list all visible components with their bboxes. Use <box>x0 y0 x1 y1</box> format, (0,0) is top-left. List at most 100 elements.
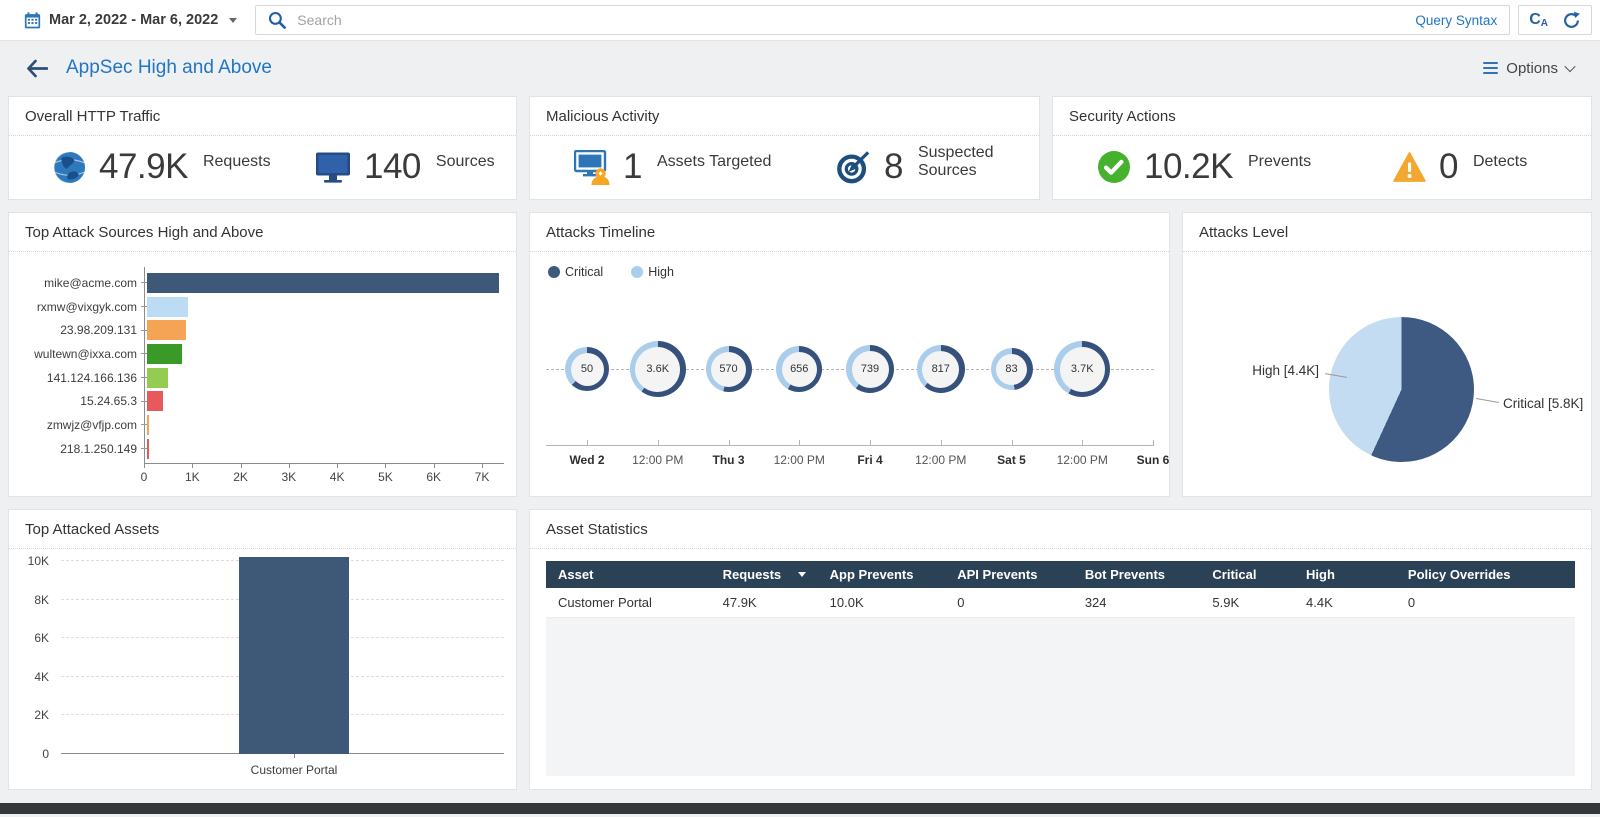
timeline-donut[interactable]: 656 <box>776 346 822 392</box>
axis-tick-label: 12:00 PM <box>774 453 825 467</box>
refresh-icon[interactable] <box>1562 11 1581 30</box>
timeline-value: 570 <box>719 363 737 375</box>
bar[interactable] <box>147 439 149 459</box>
axis-tick-label: 5K <box>378 470 393 484</box>
table-cell: 324 <box>1073 588 1201 617</box>
options-button[interactable]: Options <box>1483 60 1574 77</box>
axis-tick <box>658 440 659 446</box>
axis-tick-label: 12:00 PM <box>1057 453 1108 467</box>
axis-tick-label: Sat 5 <box>997 453 1026 467</box>
panel-title: Attacks Level <box>1183 213 1591 252</box>
panel-title: Top Attack Sources High and Above <box>9 213 516 252</box>
pie-leader-line <box>1476 398 1499 403</box>
legend-item-high[interactable]: High <box>631 265 674 279</box>
bar[interactable] <box>147 391 163 411</box>
column-header-policy-overrides[interactable]: Policy Overrides <box>1396 561 1575 588</box>
axis-tick-label: 12:00 PM <box>915 453 966 467</box>
bar[interactable] <box>147 344 182 364</box>
query-syntax-link[interactable]: Query Syntax <box>1415 13 1497 28</box>
axis-tick-label: Sun 6 <box>1137 453 1170 467</box>
table-header-row: AssetRequestsApp PreventsAPI PreventsBot… <box>546 561 1575 588</box>
axis-tick-label: 4K <box>34 670 49 684</box>
axis-tick <box>587 440 588 446</box>
axis-tick-label: Wed 2 <box>569 453 604 467</box>
date-range-picker[interactable]: Mar 2, 2022 - Mar 6, 2022 <box>24 12 237 29</box>
bar[interactable] <box>147 415 149 435</box>
column-header-api-prevents[interactable]: API Prevents <box>945 561 1073 588</box>
axis-tick <box>1082 440 1083 446</box>
chevron-down-icon <box>1564 61 1575 72</box>
timeline-value: 739 <box>861 363 879 375</box>
panel-attacks-timeline: Attacks Timeline Critical High 503.6K570… <box>529 212 1170 497</box>
timeline-legend: Critical High <box>530 252 1169 279</box>
panel-asset-statistics: Asset Statistics AssetRequestsApp Preven… <box>529 509 1592 790</box>
bar-row: 23.98.209.131 <box>25 318 504 342</box>
page-title: AppSec High and Above <box>66 57 272 79</box>
bar[interactable] <box>147 297 188 317</box>
axis-tick-label: 4K <box>330 470 345 484</box>
bar-row: mike@acme.com <box>25 271 504 295</box>
legend-label: Critical <box>565 265 603 279</box>
axis-tick <box>799 440 800 446</box>
legend-item-critical[interactable]: Critical <box>548 265 603 279</box>
metric-value: 140 <box>364 147 421 187</box>
top-bar: Mar 2, 2022 - Mar 6, 2022 Query Syntax C… <box>0 0 1600 41</box>
bar[interactable] <box>147 273 499 293</box>
attacks-level-pie[interactable] <box>1329 317 1474 462</box>
table-cell: 4.4K <box>1294 588 1396 617</box>
panel-attacks-level: Attacks Level High [4.4K] Critical [5.8K… <box>1182 212 1592 497</box>
timeline-value: 3.7K <box>1071 363 1094 375</box>
sort-descending-icon[interactable] <box>798 572 806 577</box>
bar-row: rxmw@vixgyk.com <box>25 295 504 319</box>
monitor-icon <box>315 152 351 183</box>
axis-tick <box>289 464 290 468</box>
timeline-donut[interactable]: 739 <box>846 345 894 393</box>
metric-detects: 0 Detects <box>1393 147 1527 187</box>
timeline-donut[interactable]: 817 <box>917 345 965 393</box>
column-header-app-prevents[interactable]: App Prevents <box>818 561 946 588</box>
bar-customer-portal[interactable] <box>239 557 349 754</box>
column-header-critical[interactable]: Critical <box>1200 561 1294 588</box>
search-box[interactable]: Query Syntax <box>255 5 1510 35</box>
panel-security-actions: Security Actions 10.2K Prevents 0 Detect… <box>1052 96 1592 200</box>
metric-value: 0 <box>1439 147 1458 187</box>
axis-tick-label: 8K <box>34 593 49 607</box>
table-cell: 0 <box>1396 588 1575 617</box>
timeline-donut[interactable]: 570 <box>706 346 752 392</box>
metric-label: Sources <box>436 153 495 171</box>
match-case-icon[interactable]: CA <box>1529 12 1548 29</box>
column-header-bot-prevents[interactable]: Bot Prevents <box>1073 561 1201 588</box>
y-axis-labels: 02K4K6K8K10K <box>15 561 55 754</box>
axis-tick <box>241 464 242 468</box>
timeline-value: 50 <box>581 363 593 375</box>
bar-row: zmwjz@vfjp.com <box>25 413 504 437</box>
panel-title: Asset Statistics <box>530 510 1591 549</box>
bottom-edge-bar <box>0 803 1600 814</box>
page-header: AppSec High and Above Options <box>0 41 1600 95</box>
search-input[interactable] <box>295 11 1406 29</box>
metric-value: 1 <box>623 147 642 187</box>
column-header-high[interactable]: High <box>1294 561 1396 588</box>
bar-category-label: 218.1.250.149 <box>25 442 137 456</box>
metric-label: Prevents <box>1248 153 1311 171</box>
table-body: Customer Portal47.9K10.0K03245.9K4.4K0 <box>546 588 1575 618</box>
bar-row: wultewn@ixxa.com <box>25 342 504 366</box>
timeline-donut[interactable]: 83 <box>991 348 1033 390</box>
axis-tick <box>144 464 145 468</box>
axis-tick <box>385 464 386 468</box>
panel-title: Security Actions <box>1053 97 1591 136</box>
metric-requests: 47.9K Requests <box>53 147 315 187</box>
bar[interactable] <box>147 320 186 340</box>
timeline-donut[interactable]: 3.7K <box>1054 341 1110 397</box>
timeline-donut[interactable]: 3.6K <box>630 341 686 397</box>
bar[interactable] <box>147 368 168 388</box>
column-header-requests[interactable]: Requests <box>711 561 818 588</box>
table-row[interactable]: Customer Portal47.9K10.0K03245.9K4.4K0 <box>546 588 1575 618</box>
axis-tick-label: 6K <box>34 631 49 645</box>
axis-tick <box>482 464 483 468</box>
metric-label: Assets Targeted <box>657 153 771 171</box>
bar-category-label: rxmw@vixgyk.com <box>25 300 137 314</box>
back-button[interactable] <box>26 59 48 78</box>
column-header-asset[interactable]: Asset <box>546 561 711 588</box>
timeline-donut[interactable]: 50 <box>565 347 609 391</box>
